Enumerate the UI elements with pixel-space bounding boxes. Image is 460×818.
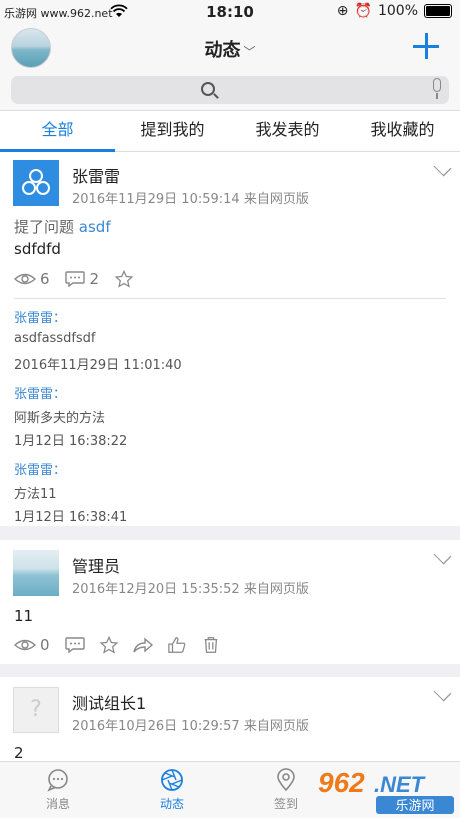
chevron-down-icon[interactable] (433, 546, 452, 565)
star-icon[interactable] (98, 636, 120, 654)
page-title[interactable]: 动态 ﹀ (0, 36, 460, 62)
battery-icon (424, 4, 452, 18)
post-actions: 6 2 (14, 270, 139, 288)
tab-messages[interactable]: 消息 (28, 768, 88, 812)
post-card[interactable]: 张雷雷 2016年11月29日 10:59:14 来自网页版 提了问题 asdf… (0, 152, 460, 526)
post-body: sdfdfd (14, 240, 61, 258)
chevron-down-icon: ﹀ (243, 44, 256, 59)
watermark-logo: 962 .NET 乐游网 (318, 767, 454, 814)
view-count: 6 (40, 270, 50, 288)
chevron-down-icon[interactable] (433, 683, 452, 702)
author-name[interactable]: 张雷雷 (72, 163, 120, 187)
comment-time: 1月12日 16:38:41 (14, 510, 128, 525)
tab-feed[interactable]: 动态 (142, 768, 202, 812)
question-line: 提了问题 asdf (14, 218, 111, 236)
battery-percent: 100% (377, 3, 418, 19)
comment-author[interactable]: 张雷雷： (14, 459, 66, 478)
comment-author[interactable]: 张雷雷： (14, 307, 66, 326)
post-body: 11 (14, 607, 34, 625)
tab-mentions[interactable]: 提到我的 (115, 111, 230, 151)
post-meta: 2016年11月29日 10:59:14 来自网页版 (72, 192, 309, 207)
post-card[interactable]: ? 测试组长1 2016年10月26日 10:29:57 来自网页版 2 (0, 677, 460, 767)
add-post-button[interactable] (412, 32, 440, 60)
chevron-down-icon[interactable] (433, 158, 452, 177)
eye-icon (14, 639, 36, 651)
chat-icon (47, 769, 68, 792)
post-body: 2 (14, 744, 24, 762)
feed-tabs: 全部 提到我的 我发表的 我收藏的 (0, 111, 460, 152)
tab-checkin[interactable]: 签到 (256, 768, 316, 812)
view-count: 0 (40, 636, 50, 654)
divider (14, 298, 446, 299)
comment-time: 2016年11月29日 11:01:40 (14, 358, 182, 373)
like-icon[interactable] (166, 636, 188, 654)
post-meta: 2016年12月20日 15:35:52 来自网页版 (72, 582, 309, 597)
author-name[interactable]: 管理员 (72, 553, 120, 577)
trash-icon[interactable] (200, 636, 222, 654)
search-area (0, 70, 460, 111)
status-bar: 乐游网 www.962.net 18:10 ⊕ ⏰ 100% (0, 0, 460, 24)
share-icon[interactable] (132, 636, 154, 654)
comment-count: 2 (89, 270, 100, 288)
svg-text:乐游网: 乐游网 (395, 799, 434, 814)
nav-bar: 动态 ﹀ (0, 24, 460, 70)
post-actions: 0 (14, 636, 226, 654)
comment-author[interactable]: 张雷雷： (14, 383, 66, 402)
author-avatar[interactable] (13, 550, 59, 596)
post-meta: 2016年10月26日 10:29:57 来自网页版 (72, 719, 309, 734)
author-avatar-placeholder[interactable]: ? (13, 687, 59, 733)
microphone-icon[interactable] (431, 78, 443, 99)
comment-text: asdfassdfsdf (14, 331, 96, 346)
comment-text: 方法11 (14, 487, 57, 502)
author-name[interactable]: 测试组长1 (72, 690, 146, 714)
post-card[interactable]: 管理员 2016年12月20日 15:35:52 来自网页版 11 0 (0, 540, 460, 664)
svg-text:962: 962 (318, 767, 365, 798)
tab-all[interactable]: 全部 (0, 111, 115, 152)
search-input[interactable] (11, 76, 449, 104)
rotation-lock-icon: ⊕ (336, 3, 349, 19)
alarm-icon: ⏰ (354, 3, 372, 19)
svg-text:.NET: .NET (374, 772, 426, 797)
bottom-tab-bar: 消息 动态 签到 962 .NET 乐游网 (0, 761, 460, 818)
star-icon[interactable] (113, 270, 135, 288)
search-icon (201, 82, 215, 96)
location-pin-icon (277, 768, 295, 792)
question-link[interactable]: asdf (79, 218, 111, 236)
comment-text: 阿斯多夫的方法 (14, 411, 106, 426)
eye-icon (14, 273, 36, 285)
tab-my-posts[interactable]: 我发表的 (230, 111, 345, 151)
tab-favorites[interactable]: 我收藏的 (345, 111, 460, 151)
comment-icon[interactable] (64, 270, 86, 288)
comment-time: 1月12日 16:38:22 (14, 434, 128, 449)
comment-icon[interactable] (64, 636, 86, 654)
author-avatar[interactable] (13, 160, 59, 206)
aperture-icon (161, 769, 183, 791)
